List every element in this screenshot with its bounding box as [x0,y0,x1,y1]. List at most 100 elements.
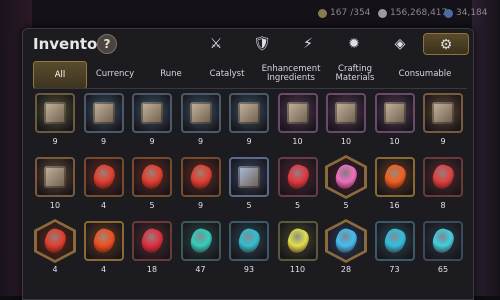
energy-icon [318,8,327,18]
item-slot [180,157,221,197]
help-button[interactable]: ? [97,34,117,54]
inventory-item[interactable]: 110 [276,221,320,279]
inventory-item[interactable]: 10 [373,93,417,151]
artifact-icon[interactable]: ⚡ [285,33,331,55]
tab-divider [33,88,467,89]
item-slot [83,221,124,261]
item-art [41,226,69,256]
inventory-item[interactable]: 9 [130,93,174,151]
rune-icon[interactable]: ✹ [331,33,377,55]
silver-chest-icon [231,159,267,195]
item-art [44,102,66,124]
cyan-rune-icon [425,223,461,259]
weapon-icon[interactable]: ⚔ [193,33,239,55]
item-slot [325,219,367,263]
item-slot [83,157,124,197]
item-quantity: 9 [246,137,252,146]
silver-counter: 156,268,417 [378,8,447,18]
item-art [186,162,215,192]
inventory-item[interactable]: 9 [179,157,223,215]
item-quantity: 4 [100,265,107,274]
item-art [238,102,260,124]
inventory-item[interactable]: 28 [324,219,368,279]
inventory-item[interactable]: 9 [421,93,465,151]
item-quantity: 9 [440,137,446,146]
consumable-icon[interactable]: ⚙ [423,33,469,55]
tab-currency[interactable]: Currency [87,61,143,87]
item-quantity: 47 [195,265,206,274]
item-slot [229,157,269,197]
inventory-item[interactable]: 93 [227,221,271,279]
tab-all[interactable]: All [33,61,87,89]
inventory-item[interactable]: 4 [82,221,126,279]
item-quantity: 9 [197,201,204,210]
inventory-item[interactable]: 9 [227,93,271,151]
item-quantity: 5 [149,201,155,210]
red-rune-icon [35,221,75,261]
item-art [283,226,312,256]
item-quantity: 18 [146,265,158,274]
item-art [238,166,260,188]
item-quantity: 9 [100,137,107,146]
item-art [235,226,263,256]
inventory-item[interactable]: 10 [276,93,320,151]
material-icon[interactable]: ◈ [377,33,423,55]
item-quantity: 4 [100,201,107,210]
inventory-item[interactable]: 8 [421,157,465,215]
item-art [138,162,166,192]
silver-icon [378,8,387,18]
inventory-item[interactable]: 5 [130,157,174,215]
tab-crafting-materials[interactable]: Crafting Materials [327,61,383,87]
item-slot [180,93,221,133]
item-quantity: 9 [52,137,58,146]
inventory-item[interactable]: 10 [33,157,77,215]
item-slot [35,157,75,197]
item-art [432,102,454,124]
inventory-item[interactable]: 9 [179,93,223,151]
rune-chest-icon [377,95,413,131]
inventory-item[interactable]: 4 [33,219,77,279]
rune-chest-icon [328,95,364,131]
inventory-item[interactable]: 10 [324,93,368,151]
item-quantity: 93 [243,265,255,274]
inventory-item[interactable]: 5 [276,157,320,215]
item-quantity: 9 [149,137,155,146]
red-rune-icon [425,159,461,195]
item-art [383,102,406,124]
item-slot [326,93,366,133]
item-slot [374,221,415,261]
inventory-panel: Inventory ? ⚔ 🛡 ⚡ ✹ ◈ ⚙ All Currency Rune Cataly… [22,28,474,300]
item-art [332,162,360,192]
item-slot [35,93,75,133]
inventory-item[interactable]: 5 [324,155,368,215]
item-quantity: 5 [343,201,349,210]
inventory-item[interactable]: 18 [130,221,174,279]
inventory-item[interactable]: 47 [179,221,223,279]
tab-enhancement-ingredients[interactable]: Enhancement Ingredients [255,61,327,87]
tab-catalyst[interactable]: Catalyst [199,61,255,87]
inventory-item[interactable]: 5 [227,157,271,215]
cyan-rune-icon [183,223,219,259]
yellow-rune-icon [280,223,316,259]
inventory-item[interactable]: 9 [33,93,77,151]
inventory-item[interactable]: 9 [82,93,126,151]
inventory-item[interactable]: 4 [82,157,126,215]
item-art [138,226,166,256]
red-rune-icon [86,223,122,259]
rune-chest-icon [37,159,73,195]
cyan-rune-icon [377,223,413,259]
red-rune-icon [377,159,413,195]
inventory-item[interactable]: 16 [373,157,417,215]
item-art [380,226,409,256]
tab-rune[interactable]: Rune [143,61,199,87]
gems-value: 34,184 [456,8,488,18]
red-rune-icon [183,159,219,195]
inventory-item[interactable]: 65 [421,221,465,279]
armor-icon[interactable]: 🛡 [239,33,285,55]
category-icon-bar: ⚔ 🛡 ⚡ ✹ ◈ ⚙ [193,33,469,55]
red-rune-icon [280,159,316,195]
item-quantity: 5 [294,201,301,210]
tab-consumable[interactable]: Consumable [383,61,467,87]
inventory-item[interactable]: 73 [373,221,417,279]
item-art [429,226,457,256]
